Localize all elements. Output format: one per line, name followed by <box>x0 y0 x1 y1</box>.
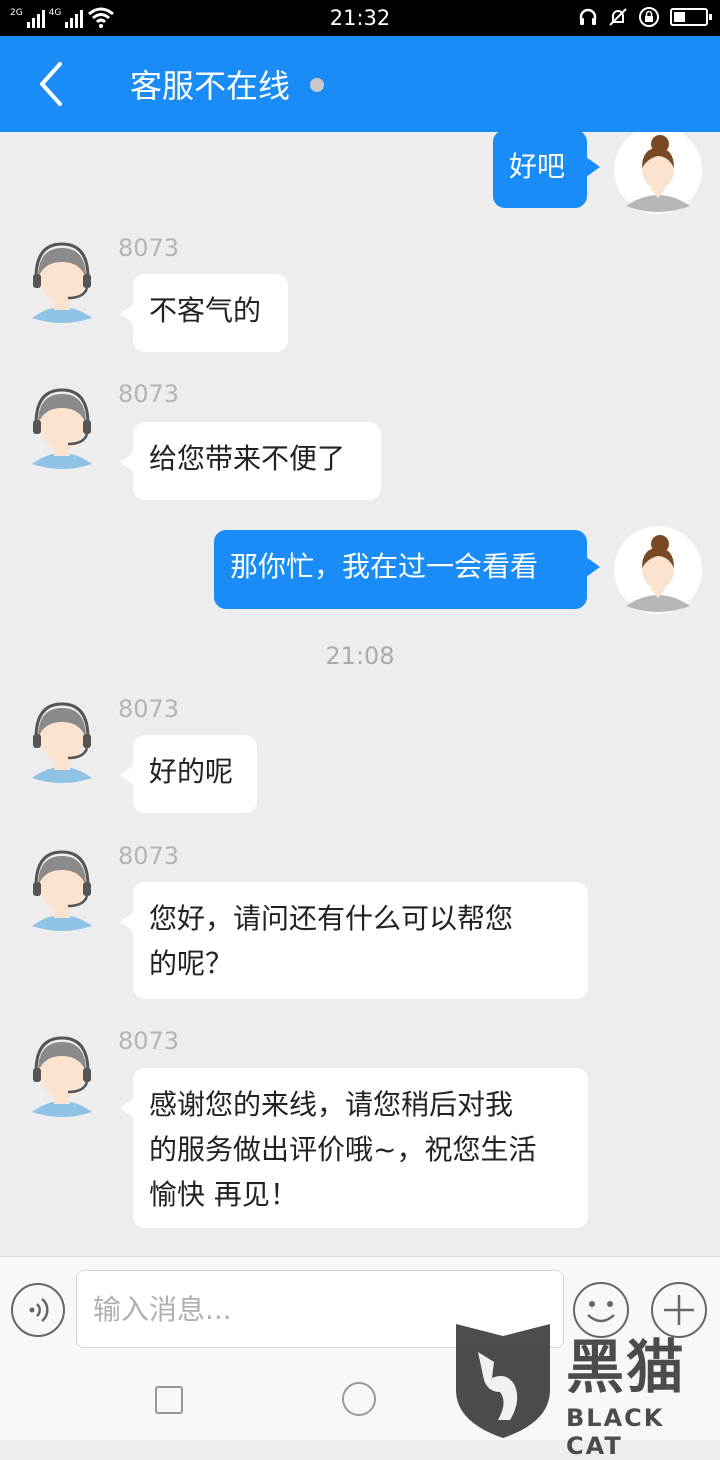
status-bar: 2G 4G 21:32 <box>0 0 720 36</box>
back-button[interactable] <box>26 56 82 112</box>
watermark-title: 黑猫 <box>566 1333 687 1401</box>
recent-apps-button[interactable] <box>155 1386 183 1414</box>
agent-message-bubble[interactable]: 好的呢 <box>120 735 257 813</box>
home-button[interactable] <box>342 1382 376 1416</box>
watermark: 黑猫 BLACK CAT <box>448 1318 720 1460</box>
user-avatar[interactable] <box>614 132 702 214</box>
message-text-line: 您好，请问还有什么可以帮您 <box>149 902 514 935</box>
message-text-line: 的呢？ <box>149 947 234 980</box>
agent-name: 8073 <box>118 234 180 262</box>
status-dot <box>310 78 324 92</box>
battery-icon <box>670 8 712 26</box>
message-text: 好的呢 <box>149 755 234 788</box>
agent-avatar[interactable] <box>18 382 106 470</box>
message-list[interactable]: 好吧 8073 不客气的 8073 给您带来不便了 那你忙，我在过一会看看 21… <box>0 132 720 1256</box>
agent-name: 8073 <box>118 380 180 408</box>
agent-message-bubble[interactable]: 给您带来不便了 <box>120 422 381 500</box>
voice-button[interactable] <box>10 1282 66 1338</box>
chevron-left-icon <box>40 62 62 106</box>
message-text-line: 的服务做出评价哦~，祝您生活 <box>149 1133 537 1166</box>
agent-name: 8073 <box>118 1027 180 1055</box>
agent-avatar[interactable] <box>18 696 106 784</box>
agent-name: 8073 <box>118 842 180 870</box>
user-message-bubble[interactable]: 那你忙，我在过一会看看 <box>214 530 600 609</box>
message-text-line: 感谢您的来线，请您稍后对我 <box>149 1088 514 1121</box>
page-title: 客服不在线 <box>130 67 291 105</box>
message-text: 给您带来不便了 <box>149 442 346 475</box>
agent-avatar[interactable] <box>18 1030 106 1118</box>
voice-icon <box>11 1283 65 1337</box>
message-text: 好吧 <box>509 150 566 183</box>
message-text-line: 愉快 再见！ <box>149 1178 298 1211</box>
mute-bell-icon <box>609 8 627 26</box>
message-text: 那你忙，我在过一会看看 <box>230 550 539 583</box>
user-avatar[interactable] <box>614 526 702 614</box>
agent-name: 8073 <box>118 695 180 723</box>
agent-message-bubble[interactable]: 不客气的 <box>120 274 288 352</box>
status-icons <box>578 6 712 28</box>
agent-message-bubble[interactable]: 您好，请问还有什么可以帮您 的呢？ <box>120 882 588 999</box>
black-cat-logo-icon <box>456 1324 550 1438</box>
headphones-icon <box>579 8 597 25</box>
chat-header: 客服不在线 <box>0 36 720 132</box>
lock-rotation-icon <box>639 7 659 27</box>
agent-avatar[interactable] <box>18 236 106 324</box>
timestamp-separator: 21:08 <box>325 642 395 670</box>
watermark-subtitle: BLACK CAT <box>566 1404 665 1460</box>
message-text: 不客气的 <box>149 294 262 327</box>
user-message-bubble[interactable]: 好吧 <box>493 132 600 208</box>
agent-avatar[interactable] <box>18 844 106 932</box>
agent-message-bubble[interactable]: 感谢您的来线，请您稍后对我 的服务做出评价哦~，祝您生活 愉快 再见！ <box>120 1068 588 1228</box>
